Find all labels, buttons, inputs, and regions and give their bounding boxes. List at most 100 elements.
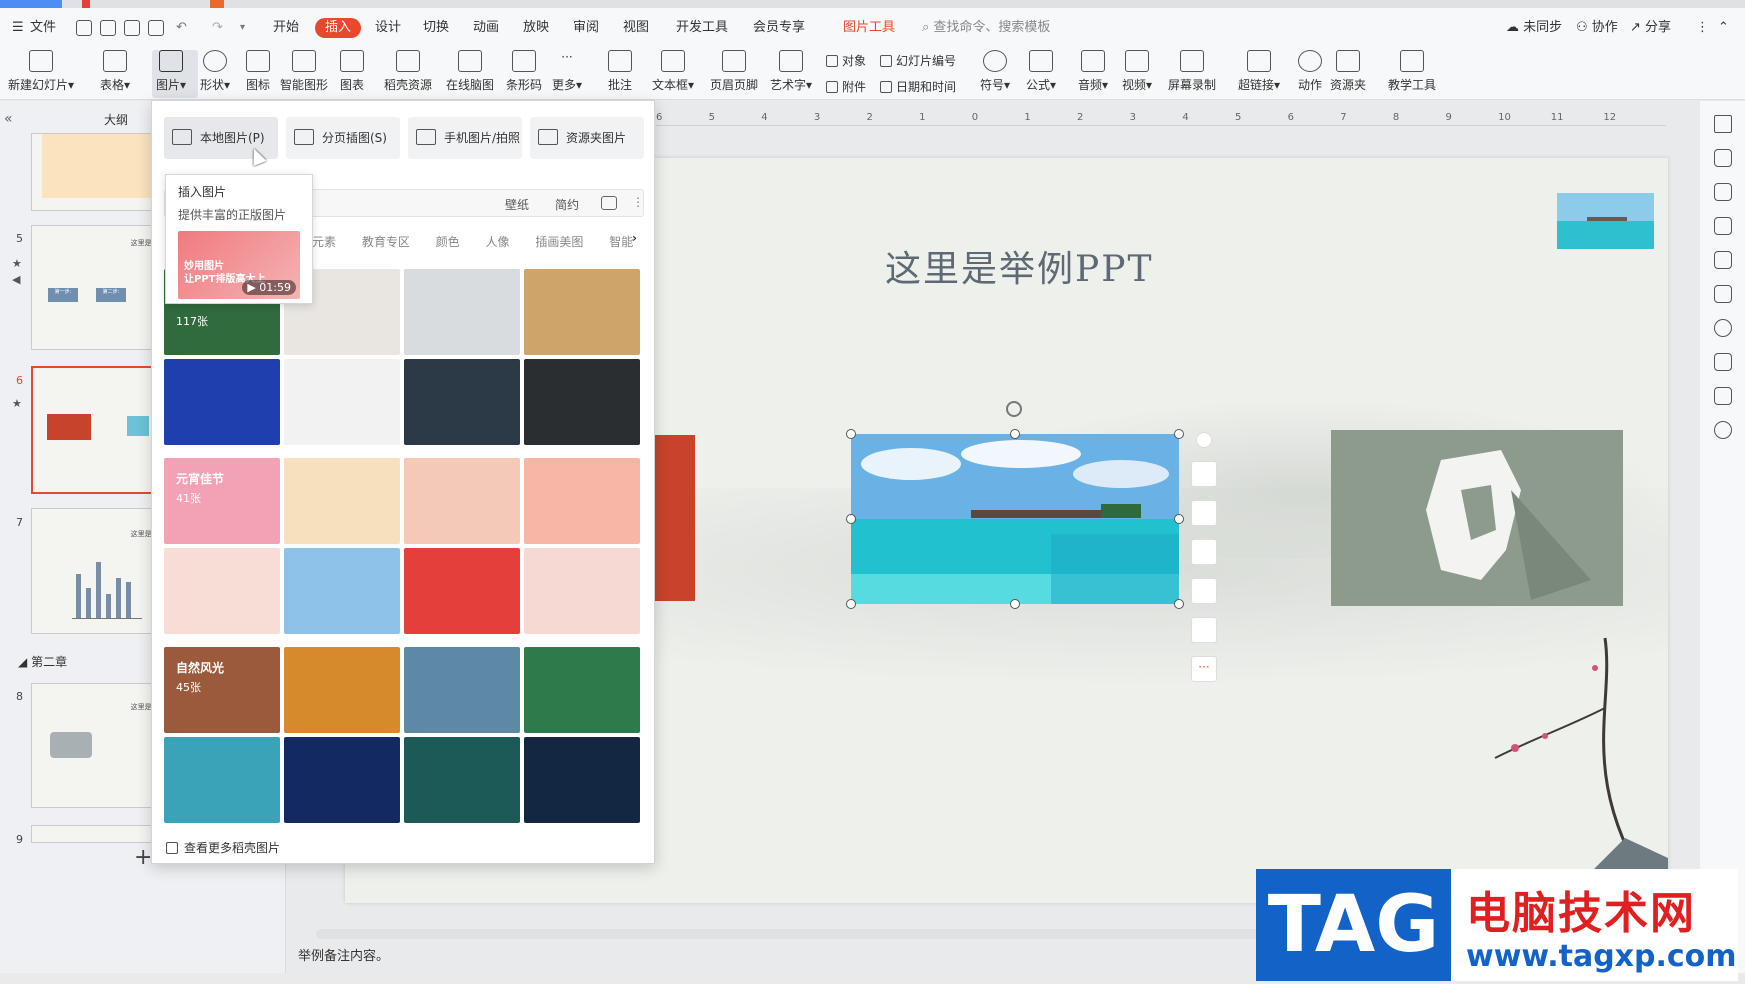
picture-tile[interactable] (404, 269, 520, 355)
category-item[interactable]: 插画美图 (535, 235, 583, 249)
comment-button[interactable]: 批注 (608, 50, 632, 93)
tab-insert[interactable]: 插入 (315, 18, 362, 38)
tab-design[interactable]: 设计 (375, 18, 401, 38)
more-vertical-icon[interactable]: ⋮ (632, 195, 644, 209)
print-preview-icon[interactable] (148, 20, 164, 36)
textbox-button[interactable]: 文本框▾ (652, 50, 694, 93)
new-slide-button[interactable]: 新建幻灯片▾ (8, 50, 74, 93)
zoom-icon[interactable] (1191, 500, 1217, 526)
resize-handle[interactable] (1174, 429, 1184, 439)
view-more-pictures-link[interactable]: 查看更多稻壳图片 (166, 839, 280, 856)
tab-indicator[interactable] (210, 0, 224, 8)
picture-tile[interactable] (524, 269, 640, 355)
header-footer-button[interactable]: 页眉页脚 (710, 50, 758, 93)
panel-toggle-icon[interactable] (1714, 115, 1732, 133)
more-button[interactable]: ··· 更多▾ (552, 50, 582, 93)
collapse-toolbar-icon[interactable] (1196, 432, 1212, 448)
picture-button[interactable]: 图片▾ (156, 50, 186, 93)
grayscale-picture[interactable] (1331, 430, 1623, 606)
menu-icon[interactable]: ☰ (12, 18, 24, 38)
action-button[interactable]: 动作 (1298, 50, 1322, 93)
resize-handle[interactable] (1010, 429, 1020, 439)
shape-button[interactable]: 形状▾ (200, 50, 230, 93)
date-time-button[interactable]: 日期和时间 (880, 78, 956, 95)
icon-button[interactable]: 图标 (246, 50, 270, 93)
export-pdf-icon[interactable] (100, 20, 116, 36)
customize-icon[interactable]: ▾ (240, 18, 245, 38)
resize-handle[interactable] (846, 599, 856, 609)
idea-bulb-icon[interactable] (1191, 578, 1217, 604)
resize-handle[interactable] (846, 429, 856, 439)
tab-indicator[interactable] (82, 0, 90, 8)
sync-status[interactable]: ☁ 未同步 (1506, 18, 1562, 38)
formula-button[interactable]: 公式▾ (1026, 50, 1056, 93)
picture-tile[interactable] (524, 647, 640, 733)
redo-icon[interactable]: ↷ (212, 18, 223, 38)
picture-tile[interactable] (404, 647, 520, 733)
wordart-button[interactable]: 艺术字▾ (770, 50, 812, 93)
picture-tile[interactable] (524, 458, 640, 544)
camera-icon[interactable] (601, 196, 617, 210)
picture-tile[interactable] (404, 737, 520, 823)
picture-tile[interactable]: 元宵佳节 41张 (164, 458, 280, 544)
chart-button[interactable]: 图表 (340, 50, 364, 93)
attachment-button[interactable]: 附件 (826, 78, 866, 95)
rotate-handle-icon[interactable] (1006, 401, 1022, 417)
more-menu-icon[interactable]: ⋮ (1696, 18, 1709, 38)
picture-tile[interactable] (524, 737, 640, 823)
object-button[interactable]: 对象 (826, 52, 866, 69)
category-item[interactable]: 元素 (312, 235, 336, 249)
tab-review[interactable]: 审阅 (573, 18, 599, 38)
animation-icon[interactable] (1714, 149, 1732, 167)
picture-tile[interactable] (284, 737, 400, 823)
picture-to-text-icon[interactable] (1191, 617, 1217, 643)
layers-icon[interactable] (1191, 461, 1217, 487)
share-button[interactable]: ↗ 分享 (1630, 18, 1671, 38)
outline-tab[interactable]: 大纲 (104, 111, 128, 128)
beach-picture-selected[interactable] (851, 434, 1179, 604)
cube-icon[interactable] (1714, 387, 1732, 405)
resize-handle[interactable] (1174, 599, 1184, 609)
tab-animation[interactable]: 动画 (473, 18, 499, 38)
horizontal-scrollbar[interactable] (316, 929, 1276, 939)
docer-resource-button[interactable]: 稻壳资源 (384, 50, 432, 93)
book-icon[interactable] (1714, 353, 1732, 371)
collapse-panel-icon[interactable]: « (4, 111, 13, 127)
smartart-button[interactable]: 智能图形 (280, 50, 328, 93)
table-button[interactable]: 表格▾ (100, 50, 130, 93)
location-icon[interactable] (1714, 319, 1732, 337)
tutorial-video-card[interactable]: 妙用图片 让PPT排版高大上 ▶ 01:59 (178, 231, 300, 299)
help-icon[interactable] (1714, 421, 1732, 439)
resize-handle[interactable] (1174, 514, 1184, 524)
slide-title[interactable]: 这里是举例PPT (885, 240, 1153, 292)
screen-record-button[interactable]: 屏幕录制 (1168, 50, 1216, 93)
notes-area[interactable]: 举例备注内容。 (298, 945, 1298, 967)
hyperlink-button[interactable]: 超链接▾ (1238, 50, 1280, 93)
more-options-icon[interactable]: ··· (1191, 656, 1217, 682)
page-picture-button[interactable]: 分页插图(S) (286, 117, 400, 159)
tab-home[interactable]: 开始 (273, 18, 299, 38)
symbol-button[interactable]: 符号▾ (980, 50, 1010, 93)
picture-tile[interactable] (164, 359, 280, 445)
tab-slideshow[interactable]: 放映 (523, 18, 549, 38)
resource-folder-picture-button[interactable]: 资源夹图片 (530, 117, 644, 159)
picture-tile[interactable] (284, 458, 400, 544)
category-item[interactable]: 颜色 (436, 235, 460, 249)
chip-wallpaper[interactable]: 壁纸 (505, 196, 529, 213)
crop-icon[interactable] (1191, 539, 1217, 565)
picture-tile[interactable] (164, 737, 280, 823)
category-next-icon[interactable]: › (632, 231, 637, 245)
print-icon[interactable] (124, 20, 140, 36)
collapse-ribbon-icon[interactable]: ⌃ (1718, 18, 1729, 38)
teaching-tools-button[interactable]: 教学工具 (1388, 50, 1436, 93)
picture-tile[interactable] (164, 548, 280, 634)
picture-tile[interactable] (524, 548, 640, 634)
file-menu[interactable]: 文件 (30, 18, 56, 38)
barcode-button[interactable]: 条形码 (506, 50, 542, 93)
phone-picture-button[interactable]: 手机图片/拍照 (408, 117, 522, 159)
tab-picture-tools[interactable]: 图片工具 (843, 18, 895, 38)
category-item[interactable]: 智能 (609, 235, 633, 249)
category-item[interactable]: 人像 (486, 235, 510, 249)
tab-view[interactable]: 视图 (623, 18, 649, 38)
category-item[interactable]: 教育专区 (362, 235, 410, 249)
